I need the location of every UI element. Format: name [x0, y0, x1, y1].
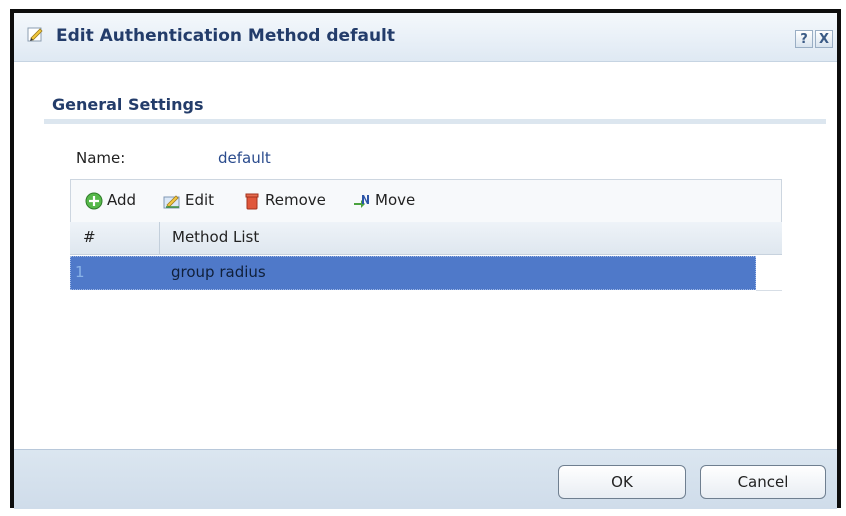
table-header: # Method List — [70, 222, 782, 255]
move-button[interactable]: Move — [353, 191, 435, 211]
trash-icon — [245, 193, 259, 210]
dialog-title: Edit Authentication Method default — [56, 26, 395, 46]
dialog-titlebar[interactable]: Edit Authentication Method default ? X — [14, 13, 837, 62]
column-divider[interactable] — [159, 222, 160, 254]
edit-authentication-method-dialog: Edit Authentication Method default ? X G… — [10, 9, 841, 509]
section-title: General Settings — [52, 95, 204, 114]
table-row[interactable]: 1 group radius — [70, 256, 756, 290]
method-list-grid: Add Edit Remove Move # Method List 1 gro… — [70, 179, 782, 299]
edit-icon — [163, 195, 180, 209]
move-icon — [354, 195, 369, 208]
cancel-button[interactable]: Cancel — [700, 465, 826, 499]
remove-label: Remove — [265, 191, 326, 209]
name-value: default — [218, 149, 271, 167]
add-label: Add — [107, 191, 137, 209]
add-button[interactable]: Add — [85, 191, 155, 211]
table-row-filler — [756, 256, 782, 291]
move-label: Move — [375, 191, 416, 209]
row-index: 1 — [75, 263, 85, 281]
add-icon — [85, 192, 103, 210]
dialog-footer: OK Cancel — [14, 449, 837, 509]
edit-pencil-icon — [27, 27, 43, 42]
section-divider — [44, 119, 826, 124]
edit-button[interactable]: Edit — [163, 191, 231, 211]
name-label: Name: — [76, 149, 126, 167]
close-button[interactable]: X — [815, 30, 833, 48]
remove-button[interactable]: Remove — [243, 191, 347, 211]
grid-toolbar: Add Edit Remove Move — [70, 179, 782, 223]
column-header-method-list[interactable]: Method List — [172, 228, 259, 246]
ok-button[interactable]: OK — [558, 465, 686, 499]
help-button[interactable]: ? — [795, 30, 813, 48]
edit-label: Edit — [185, 191, 215, 209]
row-method: group radius — [171, 263, 266, 281]
column-header-number[interactable]: # — [83, 228, 96, 246]
